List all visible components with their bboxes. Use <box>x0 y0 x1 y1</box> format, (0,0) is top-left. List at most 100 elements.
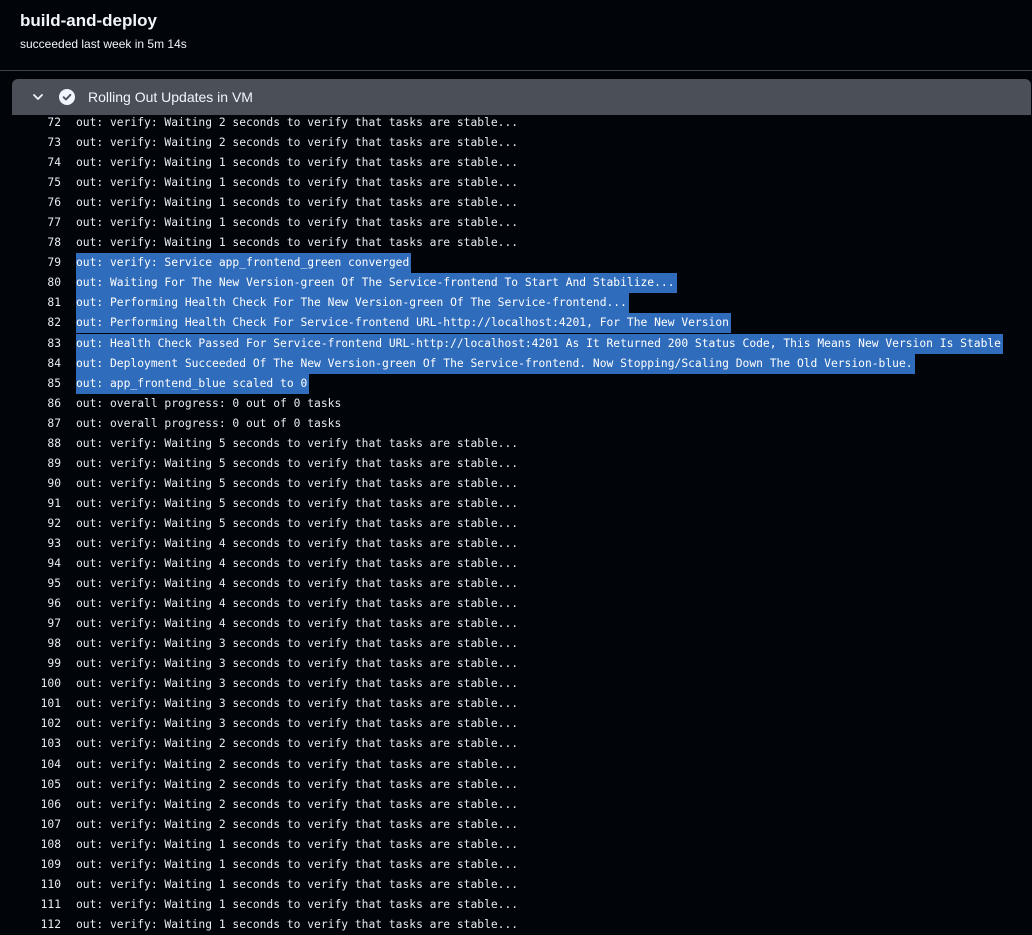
line-number[interactable]: 101 <box>0 697 61 710</box>
log-line-text: out: verify: Waiting 1 seconds to verify… <box>76 156 519 170</box>
log-line[interactable]: 84 out: Deployment Succeeded Of The New V… <box>0 353 1032 374</box>
line-number[interactable]: 74 <box>0 156 61 169</box>
log-line-text: out: Waiting For The New Version-green O… <box>76 273 677 294</box>
chevron-down-icon[interactable] <box>32 91 44 103</box>
job-title: build-and-deploy <box>20 11 157 30</box>
log-line-text: out: verify: Waiting 2 seconds to verify… <box>76 797 519 811</box>
log-line[interactable]: 89 out: verify: Waiting 5 seconds to veri… <box>0 454 1032 474</box>
line-number[interactable]: 99 <box>0 657 61 670</box>
line-number[interactable]: 106 <box>0 798 61 811</box>
log-line[interactable]: 73 out: verify: Waiting 2 seconds to veri… <box>0 133 1032 153</box>
line-number[interactable]: 103 <box>0 737 61 750</box>
line-number[interactable]: 93 <box>0 537 61 550</box>
log-line[interactable]: 100 out: verify: Waiting 3 seconds to ver… <box>0 674 1032 694</box>
line-number[interactable]: 98 <box>0 637 61 650</box>
line-number[interactable]: 90 <box>0 477 61 490</box>
log-line[interactable]: 74 out: verify: Waiting 1 seconds to veri… <box>0 153 1032 173</box>
line-number[interactable]: 96 <box>0 597 61 610</box>
line-number[interactable]: 72 <box>0 116 61 129</box>
log-line[interactable]: 76 out: verify: Waiting 1 seconds to veri… <box>0 193 1032 213</box>
line-number[interactable]: 88 <box>0 437 61 450</box>
log-line-text: out: verify: Waiting 1 seconds to verify… <box>76 176 519 190</box>
log-line[interactable]: 98 out: verify: Waiting 3 seconds to veri… <box>0 634 1032 654</box>
log-line-text: out: verify: Waiting 1 seconds to verify… <box>76 897 519 911</box>
line-number[interactable]: 110 <box>0 878 61 891</box>
log-line[interactable]: 80 out: Waiting For The New Version-green… <box>0 273 1032 294</box>
log-line[interactable]: 111 out: verify: Waiting 1 seconds to ver… <box>0 895 1032 915</box>
log-line[interactable]: 72 out: verify: Waiting 2 seconds to veri… <box>0 113 1032 133</box>
line-number[interactable]: 100 <box>0 677 61 690</box>
log-line-text: out: verify: Waiting 5 seconds to verify… <box>76 476 519 490</box>
log-line[interactable]: 91 out: verify: Waiting 5 seconds to veri… <box>0 494 1032 514</box>
line-number[interactable]: 85 <box>0 377 61 390</box>
log-line[interactable]: 90 out: verify: Waiting 5 seconds to veri… <box>0 474 1032 494</box>
line-number[interactable]: 107 <box>0 818 61 831</box>
line-number[interactable]: 109 <box>0 858 61 871</box>
log-line[interactable]: 96 out: verify: Waiting 4 seconds to veri… <box>0 594 1032 614</box>
line-number[interactable]: 102 <box>0 717 61 730</box>
line-number[interactable]: 87 <box>0 417 61 430</box>
log-line[interactable]: 86 out: overall progress: 0 out of 0 task… <box>0 394 1032 414</box>
log-line[interactable]: 82 out: Performing Health Check For Servi… <box>0 313 1032 334</box>
line-number[interactable]: 108 <box>0 838 61 851</box>
line-number[interactable]: 84 <box>0 357 61 370</box>
log-line[interactable]: 103 out: verify: Waiting 2 seconds to ver… <box>0 734 1032 754</box>
line-number[interactable]: 89 <box>0 457 61 470</box>
line-number[interactable]: 92 <box>0 517 61 530</box>
step-header[interactable]: Rolling Out Updates in VM <box>12 79 1031 115</box>
line-number[interactable]: 76 <box>0 196 61 209</box>
line-number[interactable]: 105 <box>0 778 61 791</box>
log-line[interactable]: 108 out: verify: Waiting 1 seconds to ver… <box>0 835 1032 855</box>
line-number[interactable]: 112 <box>0 918 61 931</box>
log-line[interactable]: 85 out: app_frontend_blue scaled to 0 <box>0 373 1032 394</box>
line-number[interactable]: 86 <box>0 397 61 410</box>
line-number[interactable]: 73 <box>0 136 61 149</box>
log-line[interactable]: 105 out: verify: Waiting 2 seconds to ver… <box>0 775 1032 795</box>
log-line[interactable]: 83 out: Health Check Passed For Service-f… <box>0 333 1032 354</box>
log-line[interactable]: 95 out: verify: Waiting 4 seconds to veri… <box>0 574 1032 594</box>
log-line[interactable]: 99 out: verify: Waiting 3 seconds to veri… <box>0 654 1032 674</box>
log-line[interactable]: 109 out: verify: Waiting 1 seconds to ver… <box>0 855 1032 875</box>
log-line[interactable]: 102 out: verify: Waiting 3 seconds to ver… <box>0 714 1032 734</box>
log-line[interactable]: 92 out: verify: Waiting 5 seconds to veri… <box>0 514 1032 534</box>
line-number[interactable]: 104 <box>0 758 61 771</box>
log-line[interactable]: 104 out: verify: Waiting 2 seconds to ver… <box>0 755 1032 775</box>
line-number[interactable]: 95 <box>0 577 61 590</box>
line-number[interactable]: 77 <box>0 216 61 229</box>
log-line[interactable]: 88 out: verify: Waiting 5 seconds to veri… <box>0 434 1032 454</box>
log-line[interactable]: 87 out: overall progress: 0 out of 0 task… <box>0 414 1032 434</box>
line-number[interactable]: 94 <box>0 557 61 570</box>
log-line[interactable]: 75 out: verify: Waiting 1 seconds to veri… <box>0 173 1032 193</box>
log-line-text: out: verify: Waiting 4 seconds to verify… <box>76 617 519 631</box>
log-output[interactable]: 72 out: verify: Waiting 2 seconds to veri… <box>0 113 1032 935</box>
log-line[interactable]: 110 out: verify: Waiting 1 seconds to ver… <box>0 875 1032 895</box>
log-line[interactable]: 107 out: verify: Waiting 2 seconds to ver… <box>0 815 1032 835</box>
line-number[interactable]: 91 <box>0 497 61 510</box>
line-number[interactable]: 82 <box>0 316 61 329</box>
log-line-text: out: verify: Waiting 3 seconds to verify… <box>76 657 519 671</box>
log-line[interactable]: 81 out: Performing Health Check For The N… <box>0 293 1032 314</box>
log-line[interactable]: 101 out: verify: Waiting 3 seconds to ver… <box>0 694 1032 714</box>
log-line[interactable]: 94 out: verify: Waiting 4 seconds to veri… <box>0 554 1032 574</box>
log-line-text: out: verify: Waiting 2 seconds to verify… <box>76 757 519 771</box>
line-number[interactable]: 111 <box>0 898 61 911</box>
log-line[interactable]: 106 out: verify: Waiting 2 seconds to ver… <box>0 795 1032 815</box>
log-line[interactable]: 97 out: verify: Waiting 4 seconds to veri… <box>0 614 1032 634</box>
log-line[interactable]: 79 out: verify: Service app_frontend_gree… <box>0 253 1032 274</box>
log-line[interactable]: 93 out: verify: Waiting 4 seconds to veri… <box>0 534 1032 554</box>
line-number[interactable]: 81 <box>0 296 61 309</box>
line-number[interactable]: 75 <box>0 176 61 189</box>
line-number[interactable]: 79 <box>0 256 61 269</box>
log-line-text: out: verify: Waiting 1 seconds to verify… <box>76 857 519 871</box>
line-number[interactable]: 78 <box>0 236 61 249</box>
log-line-text: out: overall progress: 0 out of 0 tasks <box>76 396 342 410</box>
log-line-text: out: verify: Waiting 4 seconds to verify… <box>76 597 519 611</box>
line-number[interactable]: 80 <box>0 276 61 289</box>
log-line-text: out: verify: Waiting 3 seconds to verify… <box>76 677 519 691</box>
log-line[interactable]: 78 out: verify: Waiting 1 seconds to veri… <box>0 233 1032 253</box>
line-number[interactable]: 97 <box>0 617 61 630</box>
line-number[interactable]: 83 <box>0 337 61 350</box>
log-line[interactable]: 77 out: verify: Waiting 1 seconds to veri… <box>0 213 1032 233</box>
log-line-text: out: verify: Waiting 5 seconds to verify… <box>76 436 519 450</box>
log-line-text: out: verify: Service app_frontend_green … <box>76 253 412 274</box>
